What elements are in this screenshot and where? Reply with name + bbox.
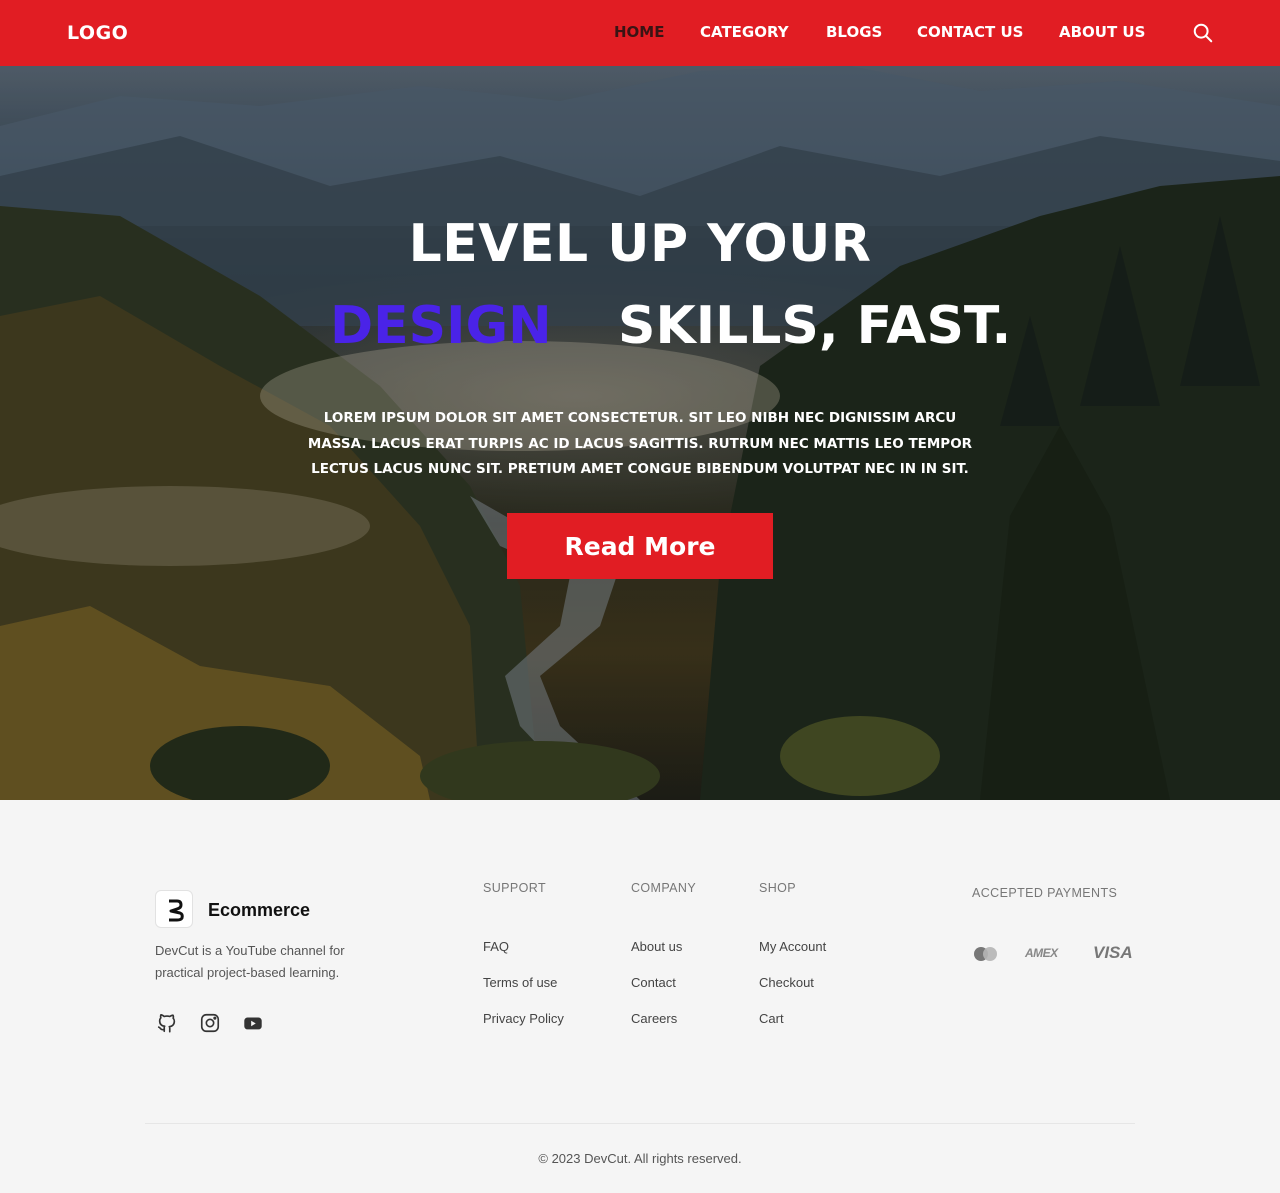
footer-heading-payments: ACCEPTED PAYMENTS	[972, 886, 1118, 900]
hero-accent-word: DESIGN	[330, 296, 552, 356]
copyright-text: © 2023 DevCut. All rights reserved.	[538, 1151, 742, 1166]
hero-title-line1: LEVEL UP YOUR	[408, 214, 872, 274]
hero-title-line2: SKILLS, FAST.	[618, 296, 1012, 356]
search-icon[interactable]	[1192, 22, 1214, 44]
footer-heading-support: SUPPORT	[483, 881, 546, 895]
brand-logo-icon[interactable]	[155, 890, 193, 928]
nav-blogs[interactable]: BLOGS	[826, 23, 882, 41]
footer-link-faq[interactable]: FAQ	[483, 939, 509, 954]
footer-heading-shop: SHOP	[759, 881, 797, 895]
nav-home[interactable]: HOME	[614, 23, 664, 41]
github-icon[interactable]	[156, 1012, 178, 1034]
footer-link-contact[interactable]: Contact	[631, 975, 676, 990]
brand-description: DevCut is a YouTube channel for practica…	[155, 943, 345, 980]
footer-link-privacy[interactable]: Privacy Policy	[483, 1011, 564, 1026]
hero-section: LEVEL UP YOUR DESIGN SKILLS, FAST. LOREM…	[0, 66, 1280, 800]
brand-name[interactable]: Ecommerce	[208, 900, 310, 921]
hero-description: LOREM IPSUM DOLOR SIT AMET CONSECTETUR. …	[307, 410, 973, 477]
footer-divider	[145, 1123, 1135, 1124]
amex-icon: AMEX	[1025, 946, 1058, 960]
footer-link-terms[interactable]: Terms of use	[483, 975, 557, 990]
nav-category[interactable]: CATEGORY	[700, 23, 789, 41]
instagram-icon[interactable]	[199, 1012, 221, 1034]
nav-contact-us[interactable]: CONTACT US	[917, 23, 1023, 41]
top-navbar: LOGO HOME CATEGORY BLOGS CONTACT US ABOU…	[0, 0, 1280, 66]
youtube-icon[interactable]	[242, 1012, 264, 1034]
footer-link-my-account[interactable]: My Account	[759, 939, 826, 954]
footer-link-about[interactable]: About us	[631, 939, 682, 954]
footer-heading-company: COMPANY	[631, 881, 697, 895]
mastercard-icon	[974, 947, 997, 961]
nav-about-us[interactable]: ABOUT US	[1059, 23, 1145, 41]
logo[interactable]: LOGO	[67, 22, 128, 44]
footer-link-careers[interactable]: Careers	[631, 1011, 677, 1026]
visa-icon: VISA	[1093, 943, 1133, 962]
footer-link-cart[interactable]: Cart	[759, 1011, 784, 1026]
footer-link-checkout[interactable]: Checkout	[759, 975, 814, 990]
read-more-button[interactable]: Read More	[507, 513, 773, 579]
